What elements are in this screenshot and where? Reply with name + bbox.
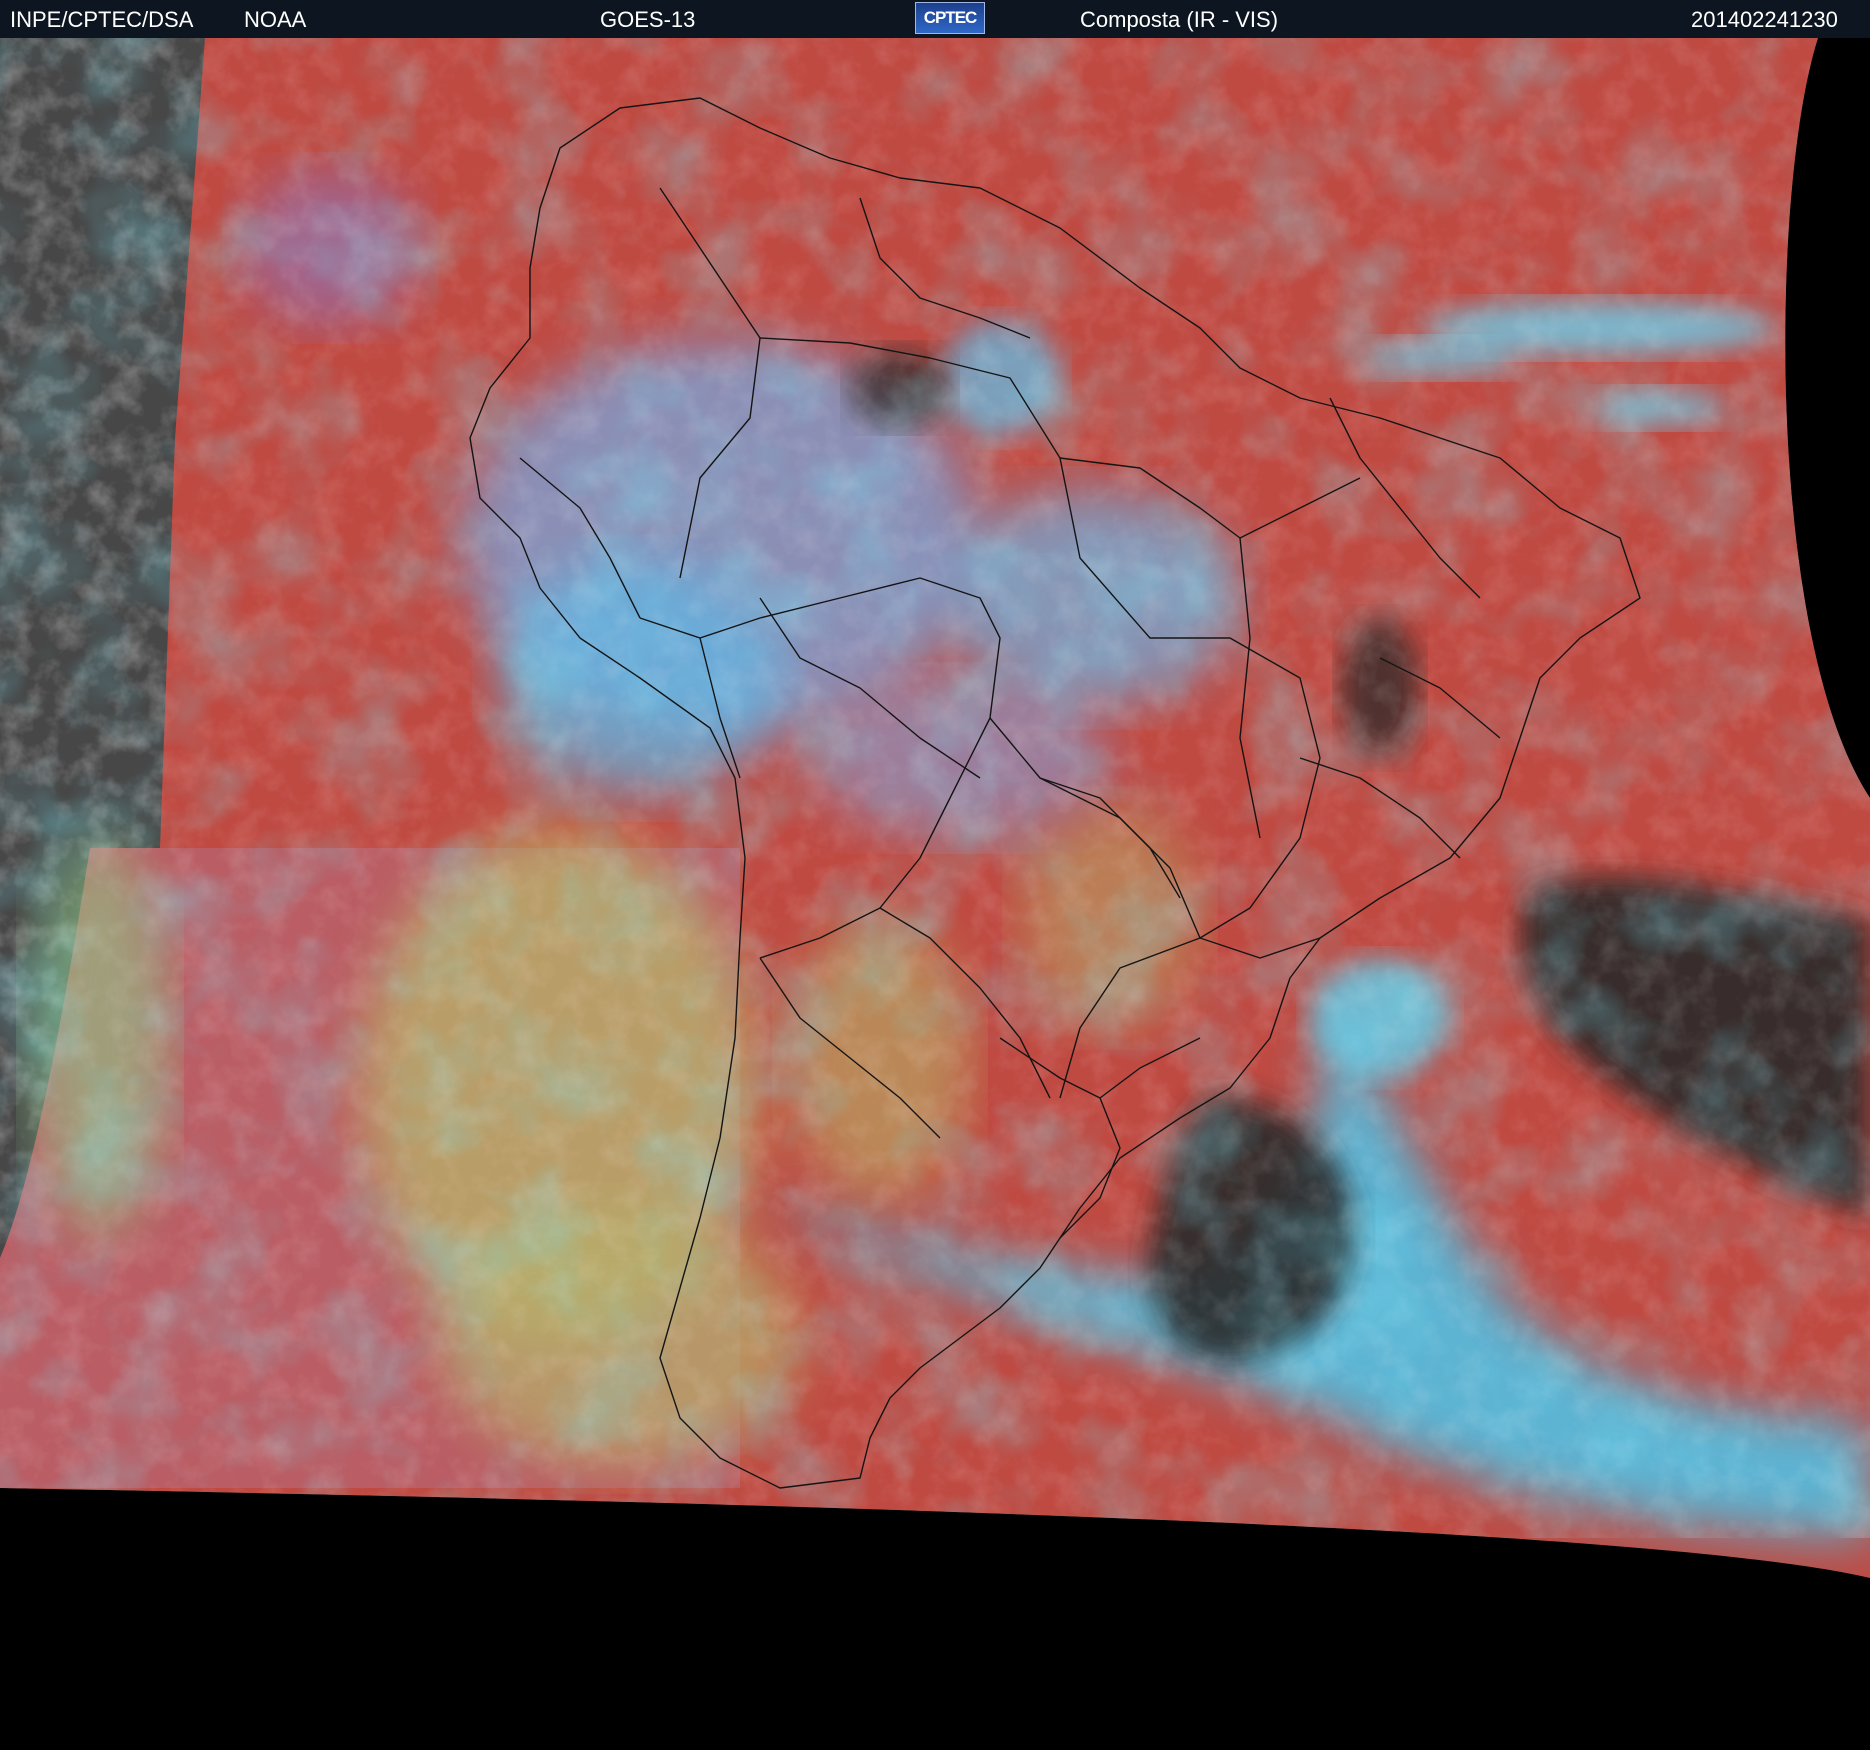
satellite-image xyxy=(0,38,1870,1750)
product-label: Composta (IR - VIS) xyxy=(1080,7,1279,32)
timestamp-label: 201402241230 xyxy=(1691,7,1838,32)
image-header: INPE/CPTEC/DSA NOAA GOES-13 CPTEC Compos… xyxy=(0,0,1870,38)
agency-label: INPE/CPTEC/DSA xyxy=(10,7,194,32)
satellite-label: GOES-13 xyxy=(600,7,696,32)
cptec-logo: CPTEC xyxy=(915,2,985,34)
earth-disk xyxy=(0,38,1870,1578)
partner-label: NOAA xyxy=(244,7,307,32)
satellite-map xyxy=(0,38,1870,1750)
